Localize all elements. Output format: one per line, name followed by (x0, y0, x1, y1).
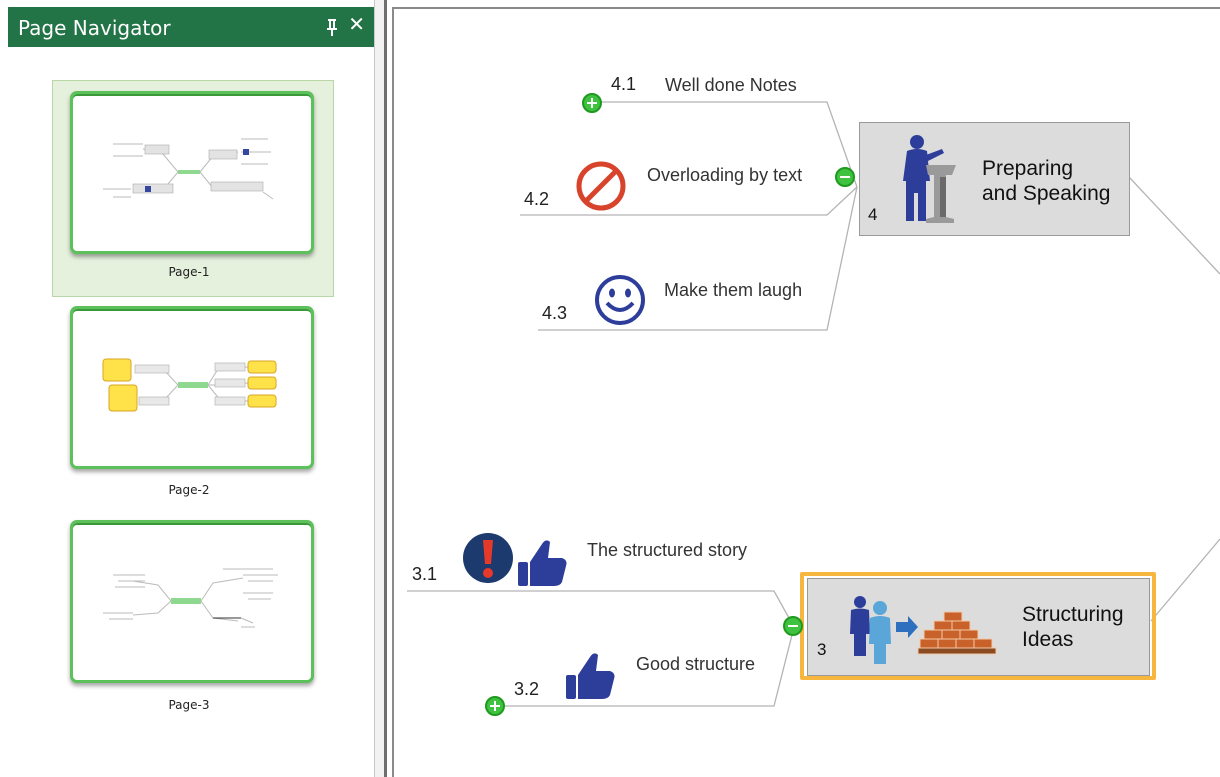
page-3-preview (103, 568, 278, 628)
mindmap-canvas[interactable]: Preparing and Speaking 4 Structuring Ide… (394, 9, 1220, 777)
speaker-at-podium-icon (903, 135, 956, 223)
branch-4-2-number: 4.2 (524, 189, 550, 209)
people-to-bricks-icon (850, 596, 997, 664)
page-2-preview (102, 358, 277, 412)
page-2-thumbnail[interactable] (70, 306, 314, 469)
collapse-topic-3-toggle[interactable] (783, 616, 803, 636)
page-navigator-header: Page Navigator ✕ (8, 7, 375, 47)
topic-4-title-line2: and Speaking (982, 182, 1111, 205)
topic-4-number: 4 (868, 205, 878, 224)
page-navigator-panel: Page Navigator ✕ Page-1 Page-2 Page-3 (0, 0, 384, 777)
topic-3-number: 3 (817, 640, 827, 659)
collapse-topic-4-toggle[interactable] (835, 167, 855, 187)
branch-4-3-label[interactable]: Make them laugh (664, 280, 802, 301)
expand-branch-4-1-toggle[interactable] (582, 93, 602, 113)
branch-3-1-label[interactable]: The structured story (587, 540, 747, 561)
thumbs-up-icon (566, 653, 615, 699)
topic-4-title-line1: Preparing (982, 157, 1074, 180)
branch-4-3-number: 4.3 (542, 303, 568, 323)
topic-3-title-line2: Ideas (1022, 628, 1074, 651)
page-1-preview (103, 138, 274, 200)
page-navigator-title: Page Navigator (18, 16, 171, 40)
smiley-icon (595, 275, 645, 325)
page-1-thumbnail[interactable] (70, 91, 314, 254)
page-3-label[interactable]: Page-3 (70, 698, 308, 712)
branch-3-2-label[interactable]: Good structure (636, 654, 755, 675)
pin-icon[interactable] (325, 17, 339, 37)
page-2-label[interactable]: Page-2 (70, 483, 308, 497)
expand-branch-3-2-toggle[interactable] (485, 696, 505, 716)
branch-3-1-number: 3.1 (412, 564, 438, 584)
branch-4-2-label[interactable]: Overloading by text (647, 165, 802, 186)
exclamation-and-thumbs-up-icons (463, 533, 567, 586)
canvas-frame (384, 0, 387, 777)
branch-3-2-number: 3.2 (514, 679, 540, 699)
topic-preparing-and-speaking[interactable]: Preparing and Speaking 4 (859, 122, 1130, 236)
branch-4-1-number: 4.1 (611, 74, 637, 94)
branch-4-1-label[interactable]: Well done Notes (665, 75, 797, 96)
page-1-label[interactable]: Page-1 (70, 265, 308, 279)
topic-structuring-ideas[interactable]: Structuring Ideas 3 (807, 578, 1150, 676)
page-3-thumbnail[interactable] (70, 520, 314, 683)
close-icon[interactable]: ✕ (348, 13, 365, 37)
prohibited-icon (576, 161, 626, 211)
topic-3-title-line1: Structuring (1022, 603, 1124, 626)
